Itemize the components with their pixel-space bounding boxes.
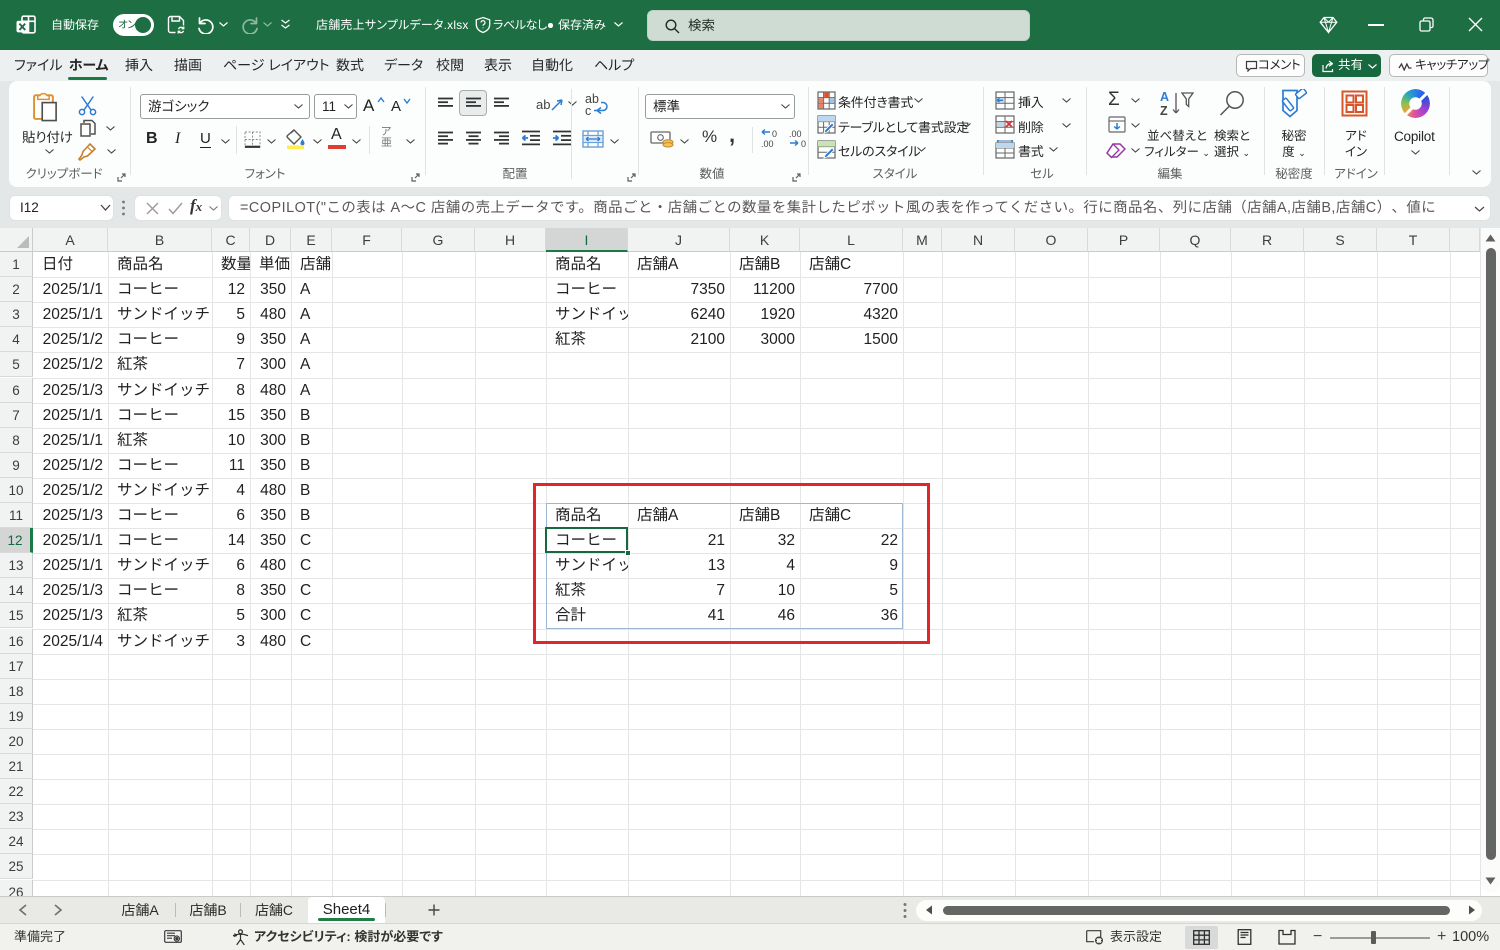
svg-text:0: 0 [801, 139, 806, 148]
svg-text:.00: .00 [789, 129, 802, 139]
svg-text:Z: Z [1160, 104, 1168, 117]
svg-text:c: c [585, 104, 591, 116]
svg-text:.00: .00 [761, 139, 774, 148]
svg-text:0: 0 [772, 129, 777, 139]
svg-text:A: A [1160, 90, 1169, 104]
svg-text:ab: ab [536, 97, 550, 112]
